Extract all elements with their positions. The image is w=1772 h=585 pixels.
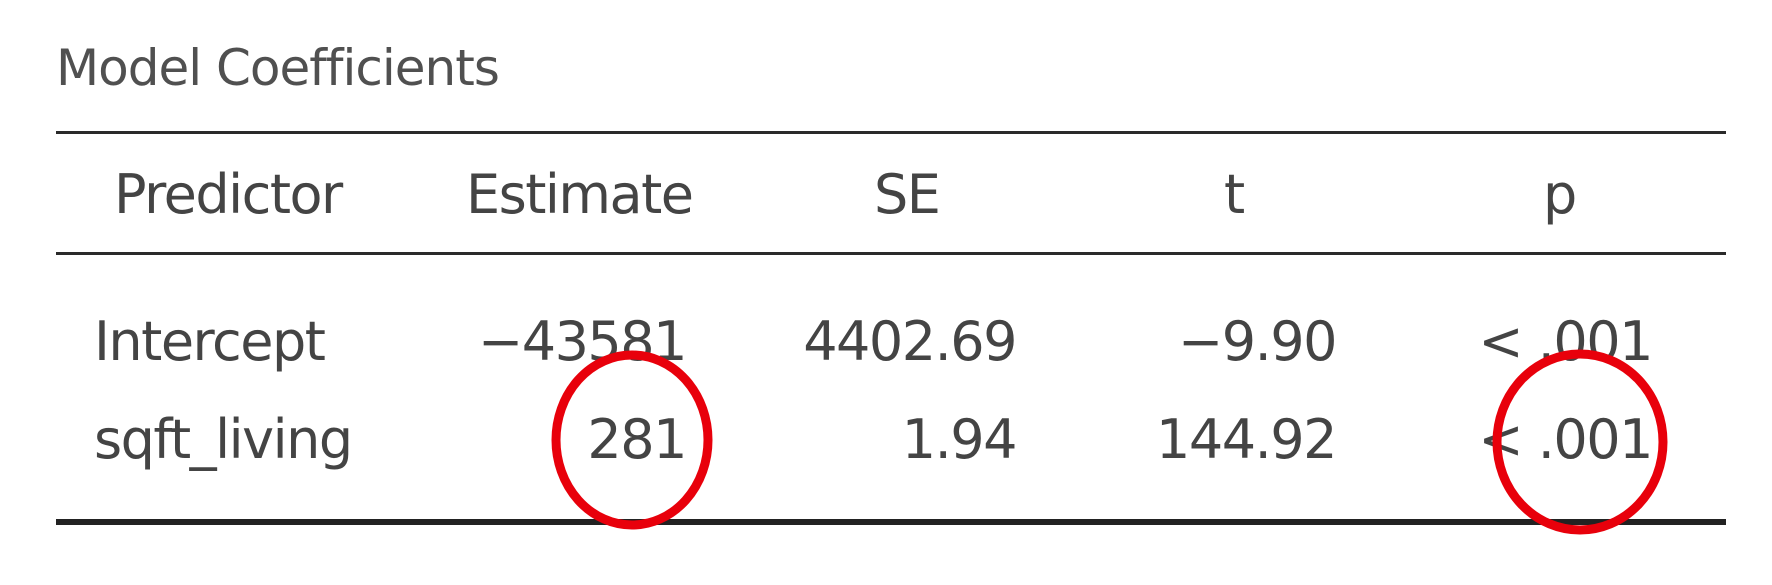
row-sqft-living-predictor: sqft_living [94,408,353,471]
table-bottom-rule [56,519,1726,525]
table-title: Model Coefficients [56,39,500,97]
header-predictor: Predictor [114,163,343,226]
row-intercept-estimate: −43581 [477,310,688,373]
row-intercept-t: −9.90 [1178,310,1337,373]
header-t: t [1224,163,1245,226]
table-top-rule [56,131,1726,134]
row-sqft-living-p: < .001 [1478,408,1653,471]
header-p: p [1543,163,1577,226]
header-estimate: Estimate [466,163,694,226]
table-header-rule [56,252,1726,255]
row-intercept-p: < .001 [1478,310,1653,373]
row-sqft-living-estimate: 281 [587,408,687,471]
row-sqft-living-se: 1.94 [901,408,1018,471]
row-sqft-living-t: 144.92 [1156,408,1337,471]
row-intercept-predictor: Intercept [94,310,326,373]
row-intercept-se: 4402.69 [803,310,1017,373]
header-se: SE [874,163,941,226]
